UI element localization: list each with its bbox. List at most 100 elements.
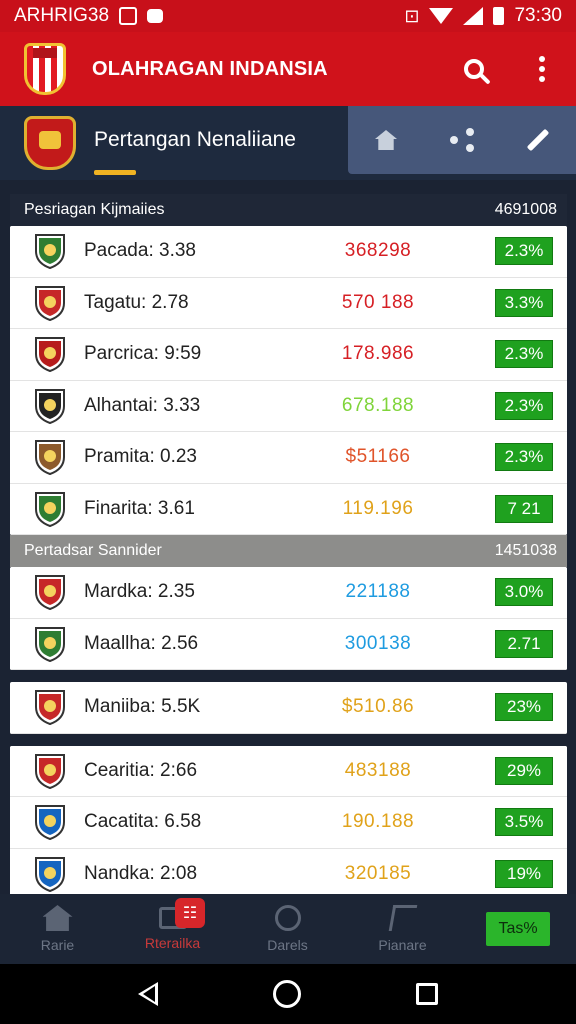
team-value: 178.986 bbox=[341, 343, 415, 365]
more-vert-icon bbox=[539, 56, 545, 82]
nav-home[interactable]: Rarie bbox=[0, 894, 115, 964]
single-card: Maniiba: 5.5K $510.86 23% bbox=[10, 682, 567, 734]
team-badge-icon bbox=[30, 386, 70, 426]
team-value: 119.196 bbox=[342, 497, 414, 519]
list-item[interactable]: Cearitia: 2:66 483188 29% bbox=[10, 745, 567, 797]
clock: 73:30 bbox=[514, 5, 562, 26]
percent-badge: 19% bbox=[495, 859, 553, 888]
percent-chip-button[interactable]: Tas% bbox=[486, 912, 550, 946]
list-item[interactable]: Pacada: 3.38 368298 2.3% bbox=[10, 226, 567, 278]
team-name: Nandka: 2:08 bbox=[84, 862, 198, 884]
status-bar: ARHRIG38 ⊡ 73:30 bbox=[0, 0, 576, 32]
percent-badge: 2.3% bbox=[495, 391, 553, 420]
team-badge-icon bbox=[30, 489, 70, 529]
club-title: Pertangan Nenaliiane bbox=[94, 128, 296, 151]
search-button[interactable] bbox=[440, 32, 508, 106]
nav-pianare[interactable]: Pianare bbox=[345, 894, 460, 964]
team-badge-icon bbox=[30, 751, 70, 791]
tool-icon bbox=[388, 905, 417, 931]
signal-icon bbox=[463, 7, 484, 25]
system-navigation bbox=[0, 964, 576, 1024]
edit-icon bbox=[526, 128, 550, 152]
overflow-menu-button[interactable] bbox=[508, 32, 576, 106]
list-item[interactable]: Finarita: 3.61 119.196 7 21 bbox=[10, 483, 567, 535]
list-item[interactable]: Mardka: 2.35 221188 3.0% bbox=[10, 567, 567, 619]
team-name: Parcrica: 9:59 bbox=[84, 343, 202, 365]
team-badge-icon bbox=[30, 334, 70, 374]
list-item[interactable]: Maniiba: 5.5K $510.86 23% bbox=[10, 682, 567, 734]
team-name: Finarita: 3.61 bbox=[84, 497, 195, 519]
section-card: Pacada: 3.38 368298 2.3% Tagatu: 2.78 570 18… bbox=[10, 226, 567, 535]
percent-badge: 2.71 bbox=[495, 629, 553, 658]
club-crest-icon bbox=[24, 116, 76, 170]
section-title: Pesriagan Kijmaiies bbox=[24, 201, 165, 218]
vibrate-icon: ⊡ bbox=[404, 5, 420, 26]
share-button[interactable] bbox=[442, 120, 482, 160]
battery-icon bbox=[493, 7, 505, 25]
team-badge-icon bbox=[30, 854, 70, 894]
nav-label: Pianare bbox=[378, 937, 427, 953]
team-badge-icon bbox=[30, 437, 70, 477]
nav-label: Darels bbox=[267, 937, 308, 953]
percent-badge: 3.5% bbox=[495, 808, 553, 837]
section-total: 4691008 bbox=[494, 201, 557, 218]
team-name: Tagatu: 2.78 bbox=[84, 291, 189, 313]
bottom-navigation: Rarie ☷ Rterailka Darels Pianare Tas% bbox=[0, 894, 576, 964]
nav-darels[interactable]: Darels bbox=[230, 894, 345, 964]
percent-badge: 3.3% bbox=[495, 288, 553, 317]
list-item[interactable]: Parcrica: 9:59 178.986 2.3% bbox=[10, 329, 567, 381]
section-card: Mardka: 2.35 221188 3.0% Maallha: 2.56 30013… bbox=[10, 567, 567, 670]
club-tab[interactable]: Pertangan Nenaliiane bbox=[94, 106, 346, 180]
list-item[interactable]: Pramita: 0.23 $51166 2.3% bbox=[10, 432, 567, 484]
gallery-icon bbox=[119, 7, 138, 25]
team-value: 483188 bbox=[344, 759, 412, 781]
home-action-button[interactable] bbox=[366, 120, 406, 160]
notification-icon bbox=[147, 9, 164, 23]
club-header: Pertangan Nenaliiane bbox=[0, 106, 576, 180]
team-badge-icon bbox=[30, 572, 70, 612]
team-value: 190.188 bbox=[341, 811, 415, 833]
tab-indicator bbox=[94, 170, 136, 175]
team-value: $51166 bbox=[345, 446, 411, 468]
search-icon bbox=[274, 905, 301, 931]
list-item[interactable]: Alhantai: 3.33 678.188 2.3% bbox=[10, 380, 567, 432]
team-badge-icon bbox=[30, 687, 70, 727]
team-value: 368298 bbox=[344, 240, 412, 262]
list-item[interactable]: Nandka: 2:08 320185 19% bbox=[10, 848, 567, 900]
edit-button[interactable] bbox=[518, 120, 558, 160]
share-icon bbox=[450, 128, 474, 152]
home-icon bbox=[42, 905, 73, 931]
team-name: Maallha: 2.56 bbox=[84, 632, 199, 654]
home-icon bbox=[375, 130, 397, 150]
percent-badge: 2.3% bbox=[495, 340, 553, 369]
wifi-icon bbox=[429, 8, 454, 24]
team-value: 221188 bbox=[345, 581, 411, 603]
team-badge-icon bbox=[30, 802, 70, 842]
list-item[interactable]: Tagatu: 2.78 570 188 3.3% bbox=[10, 277, 567, 329]
team-value: 320185 bbox=[344, 862, 412, 884]
percent-badge: 7 21 bbox=[495, 494, 553, 523]
percent-badge: 2.3% bbox=[495, 443, 553, 472]
recents-icon[interactable] bbox=[416, 983, 439, 1005]
standings-list: Pesriagan Kijmaiies 4691008 Pacada: 3.38… bbox=[10, 194, 567, 900]
section-title: Pertadsar Sannider bbox=[24, 542, 162, 559]
list-item[interactable]: Cacatita: 6.58 190.188 3.5% bbox=[10, 797, 567, 849]
percent-badge: 3.0% bbox=[495, 578, 553, 607]
back-icon[interactable] bbox=[137, 982, 158, 1006]
status-text: ARHRIG38 bbox=[14, 5, 110, 26]
team-name: Cacatita: 6.58 bbox=[84, 811, 202, 833]
home-circle-icon[interactable] bbox=[272, 980, 301, 1008]
team-value: 570 188 bbox=[341, 291, 415, 313]
percent-badge: 23% bbox=[495, 693, 553, 722]
percent-badge: 29% bbox=[495, 756, 553, 785]
header-actions bbox=[348, 106, 576, 174]
app-bar: OLAHRAGAN INDANSIA bbox=[0, 32, 576, 106]
team-badge-icon bbox=[30, 624, 70, 664]
team-name: Pramita: 0.23 bbox=[84, 446, 197, 468]
nav-rterailka[interactable]: ☷ Rterailka bbox=[115, 894, 230, 964]
list-item[interactable]: Maallha: 2.56 300138 2.71 bbox=[10, 618, 567, 670]
percent-badge: 2.3% bbox=[495, 237, 553, 266]
team-name: Mardka: 2.35 bbox=[84, 581, 195, 603]
nav-label: Rarie bbox=[40, 937, 75, 953]
section-total: 1451038 bbox=[494, 542, 557, 559]
